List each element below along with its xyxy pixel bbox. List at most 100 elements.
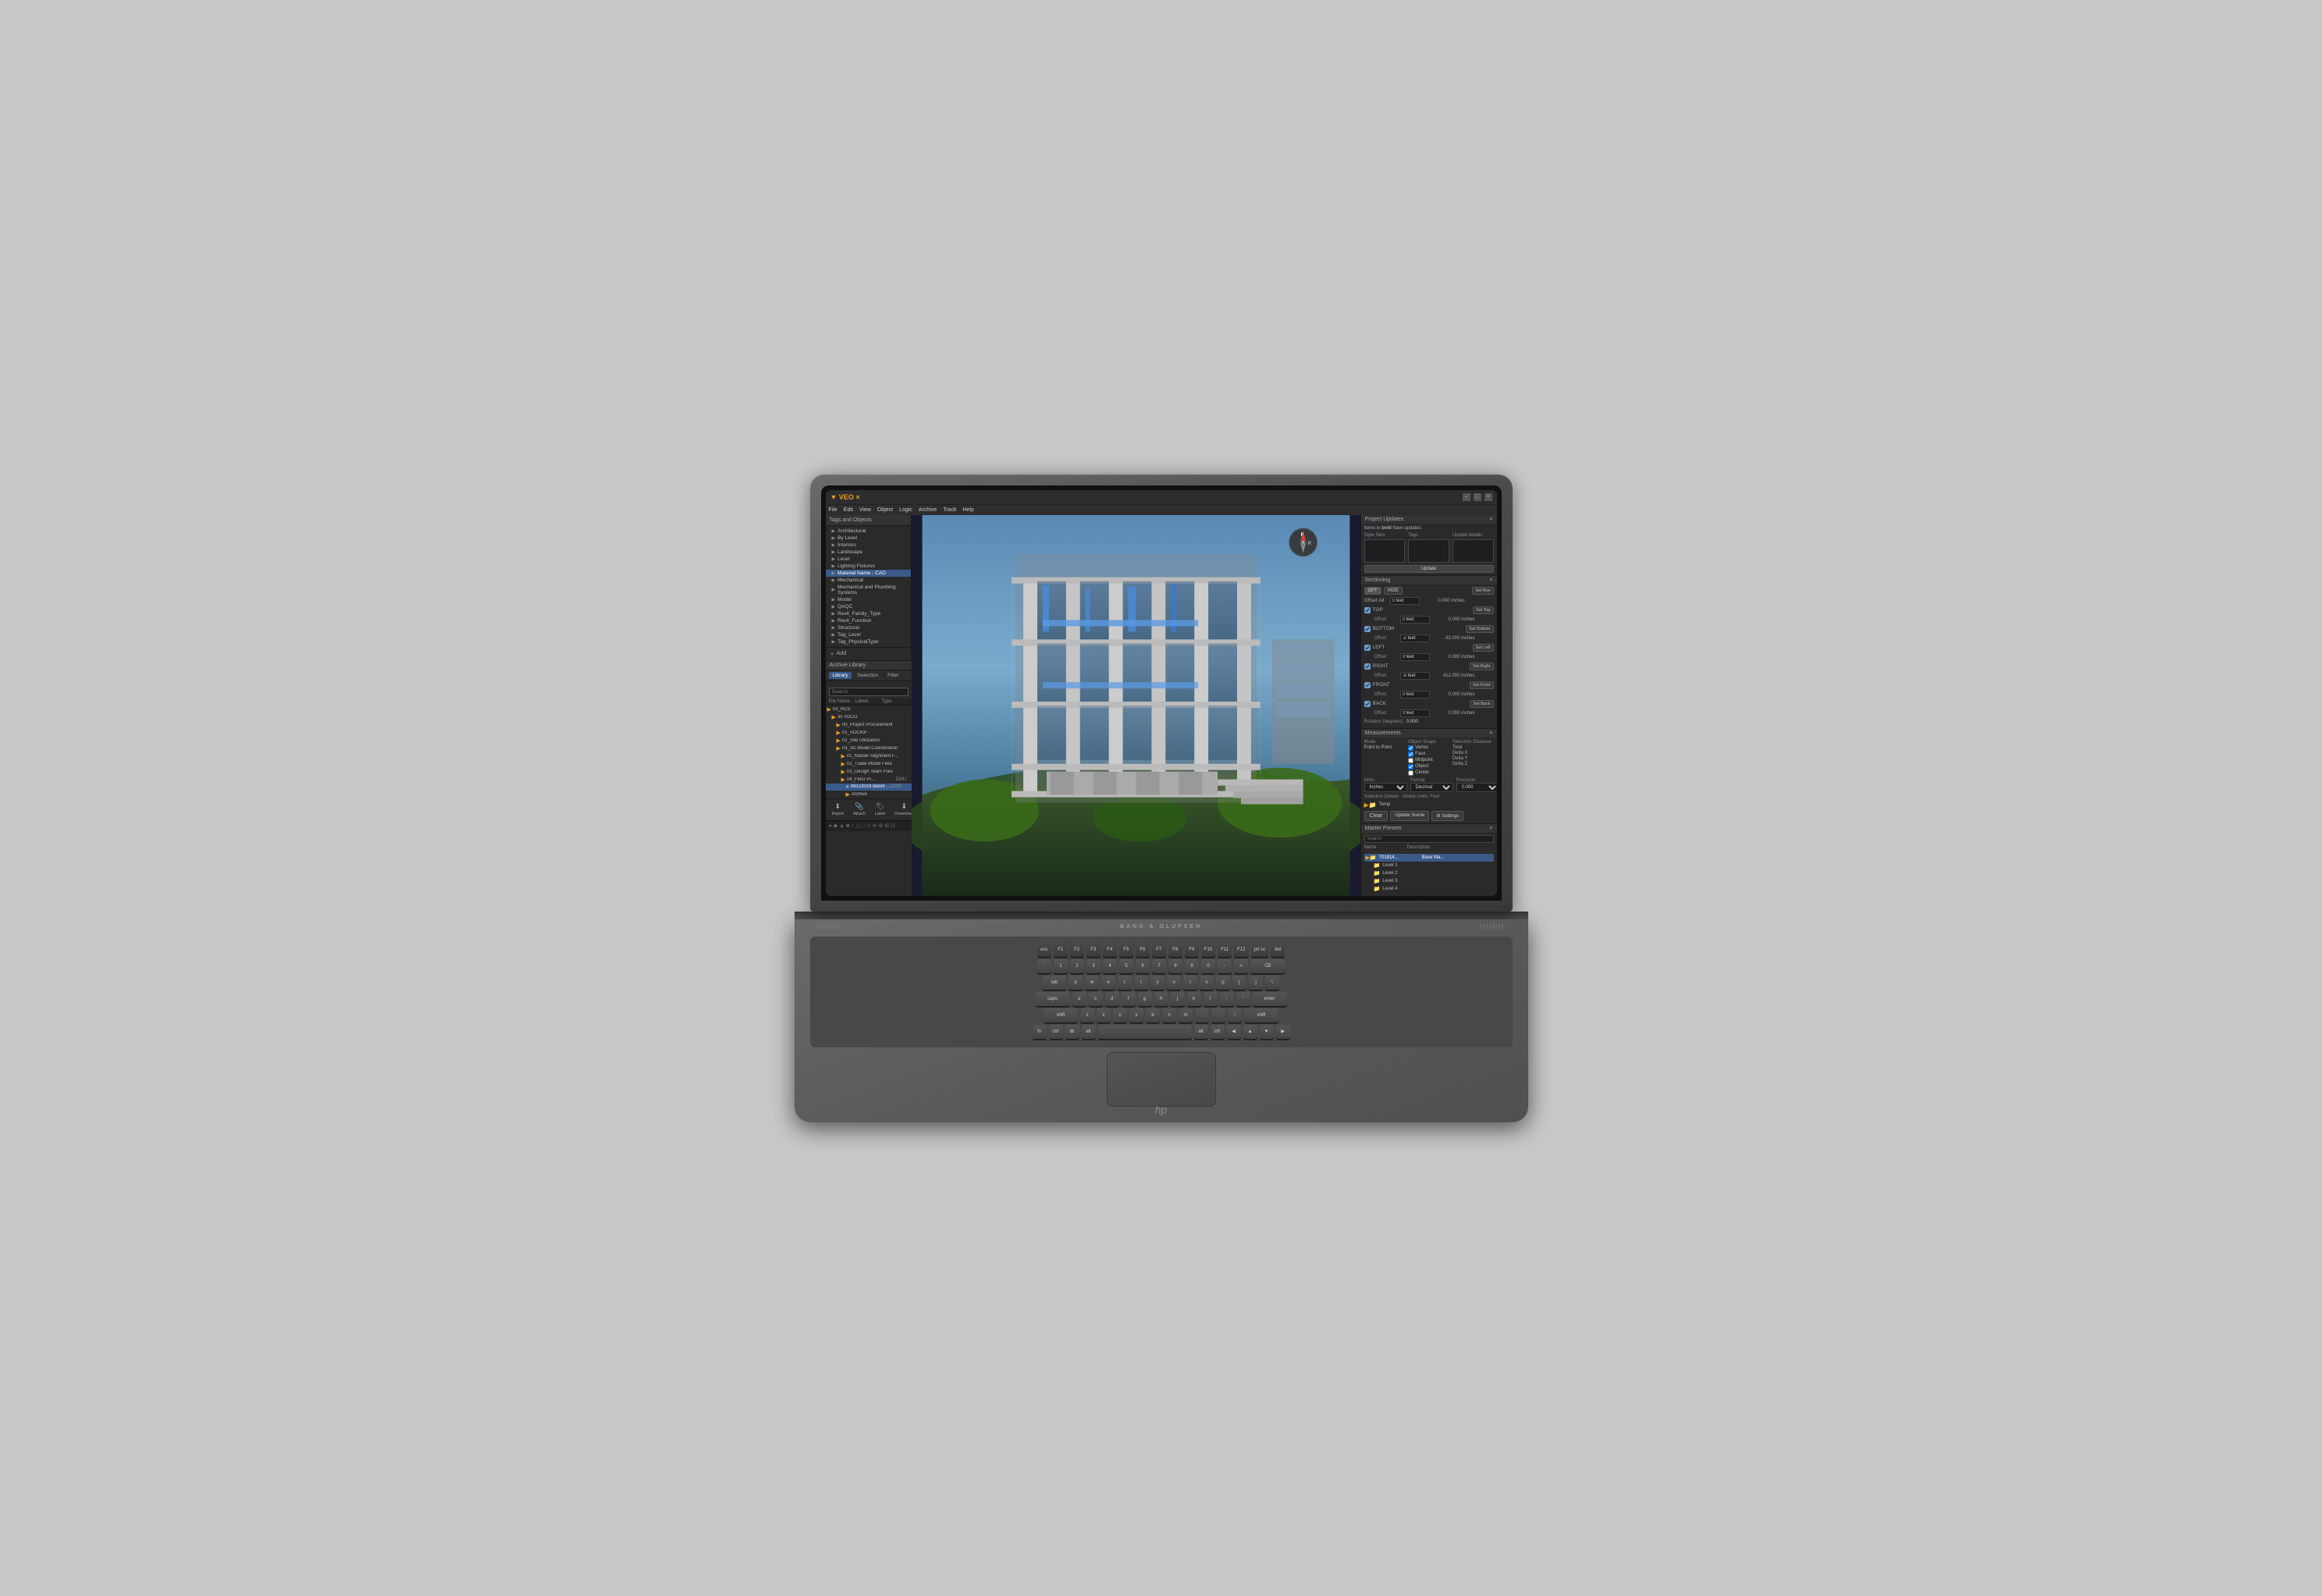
key-backspace[interactable]: ⌫: [1250, 959, 1285, 973]
bottom-offset-input[interactable]: [1400, 634, 1430, 642]
tag-item-model[interactable]: ▶Model: [826, 596, 911, 603]
menu-object[interactable]: Object: [877, 507, 893, 513]
menu-track[interactable]: Track: [943, 507, 956, 513]
key-m[interactable]: m: [1179, 1008, 1193, 1022]
list-item[interactable]: ■ 09122019 Boom Blo... DWG: [826, 784, 912, 791]
key-lalt[interactable]: alt: [1082, 1025, 1096, 1039]
offset-all-input[interactable]: [1390, 597, 1420, 605]
key-quote[interactable]: ': [1236, 992, 1250, 1006]
list-item[interactable]: ▶ Archive: [826, 791, 912, 798]
key-comma[interactable]: ,: [1195, 1008, 1209, 1022]
settings-button[interactable]: ⚙ Settings: [1431, 811, 1463, 821]
key-prtsc[interactable]: prt sc: [1251, 943, 1269, 957]
tag-item-qaqc[interactable]: ▶QAQC: [826, 603, 911, 610]
key-f10[interactable]: F10: [1201, 943, 1215, 957]
key-w[interactable]: w: [1085, 976, 1099, 990]
key-backtick[interactable]: `: [1037, 959, 1051, 973]
menu-view[interactable]: View: [859, 507, 871, 513]
key-f8[interactable]: F8: [1168, 943, 1182, 957]
label-button[interactable]: 🏷 Label: [872, 802, 888, 817]
set-top-button[interactable]: Set Top: [1473, 606, 1494, 614]
off-button[interactable]: OFF: [1364, 587, 1381, 595]
key-q[interactable]: q: [1069, 976, 1083, 990]
key-fn[interactable]: fn: [1033, 1025, 1047, 1039]
key-x[interactable]: x: [1097, 1008, 1111, 1022]
update-button[interactable]: Update: [1364, 565, 1494, 573]
list-item[interactable]: ▶ 02_Site Utilization: [826, 737, 912, 745]
key-k[interactable]: k: [1187, 992, 1201, 1006]
right-checkbox[interactable]: [1364, 663, 1371, 670]
key-esc[interactable]: esc: [1037, 943, 1051, 957]
key-rshift[interactable]: shift: [1244, 1008, 1278, 1022]
key-rbracket[interactable]: ]: [1249, 976, 1263, 990]
key-2[interactable]: 2: [1070, 959, 1084, 973]
preset-row[interactable]: 📁 Level 2: [1372, 869, 1494, 877]
menu-file[interactable]: File: [829, 507, 837, 513]
key-up[interactable]: ▲: [1243, 1025, 1257, 1039]
back-offset-input[interactable]: [1400, 709, 1430, 717]
key-f7[interactable]: F7: [1152, 943, 1166, 957]
key-rctrl[interactable]: ctrl: [1211, 1025, 1225, 1039]
key-enter[interactable]: enter: [1253, 992, 1287, 1006]
menu-logic[interactable]: Logic: [899, 507, 912, 513]
key-f12[interactable]: F12: [1234, 943, 1248, 957]
list-item[interactable]: ▶ 01_VDCInP: [826, 729, 912, 737]
left-checkbox[interactable]: [1364, 645, 1371, 651]
key-s[interactable]: s: [1089, 992, 1103, 1006]
tag-item-materialcad[interactable]: ▶Material Name - CAD: [826, 570, 911, 577]
maximize-button[interactable]: □: [1474, 493, 1481, 501]
key-slash[interactable]: /: [1228, 1008, 1242, 1022]
key-f[interactable]: f: [1122, 992, 1136, 1006]
key-down[interactable]: ▼: [1260, 1025, 1274, 1039]
key-o[interactable]: o: [1200, 976, 1214, 990]
key-f9[interactable]: F9: [1185, 943, 1199, 957]
menu-archive[interactable]: Archive: [919, 507, 937, 513]
key-h[interactable]: h: [1154, 992, 1168, 1006]
tag-item-mechplumbing[interactable]: ▶Mechanical and Plumbing Systems: [826, 584, 911, 596]
key-f4[interactable]: F4: [1103, 943, 1117, 957]
list-item[interactable]: ▶ 03_3D Model Coordination: [826, 745, 912, 752]
midpoint-checkbox[interactable]: [1408, 758, 1413, 763]
key-f2[interactable]: F2: [1070, 943, 1084, 957]
top-checkbox[interactable]: [1364, 607, 1371, 613]
list-item[interactable]: ▶ 01_Master Alignment F...: [826, 752, 912, 760]
tag-item-mechanical[interactable]: ▶Mechanical: [826, 577, 911, 584]
tag-item-architectural[interactable]: ▶Architectural: [826, 528, 911, 535]
key-f5[interactable]: F5: [1119, 943, 1133, 957]
units-select[interactable]: Inches Feet: [1364, 783, 1407, 792]
key-f11[interactable]: F11: [1218, 943, 1232, 957]
set-bottom-button[interactable]: Set Bottom: [1466, 625, 1493, 633]
archive-search-input[interactable]: [829, 688, 909, 696]
key-lbracket[interactable]: [: [1232, 976, 1246, 990]
key-u[interactable]: u: [1167, 976, 1181, 990]
key-lshift[interactable]: shift: [1044, 1008, 1078, 1022]
key-l[interactable]: l: [1204, 992, 1218, 1006]
key-9[interactable]: 9: [1185, 959, 1199, 973]
key-7[interactable]: 7: [1152, 959, 1166, 973]
key-n[interactable]: n: [1162, 1008, 1176, 1022]
viewport-3d[interactable]: 701846 Travis County Courts Facility: [912, 515, 1360, 896]
touchpad[interactable]: [1107, 1052, 1216, 1107]
key-r[interactable]: r: [1118, 976, 1132, 990]
key-minus[interactable]: -: [1218, 959, 1232, 973]
preset-row[interactable]: 📁 Level 1: [1372, 862, 1494, 869]
tag-item-revitfamilytype[interactable]: ▶Revit_Family_Type: [826, 610, 911, 617]
format-select[interactable]: Decimal: [1410, 783, 1453, 792]
tag-item-structural[interactable]: ▶Structural: [826, 624, 911, 631]
set-box-button[interactable]: Set Box: [1472, 587, 1493, 595]
key-backslash[interactable]: \: [1265, 976, 1279, 990]
key-p[interactable]: p: [1216, 976, 1230, 990]
key-f3[interactable]: F3: [1086, 943, 1101, 957]
set-front-button[interactable]: Set Front: [1470, 681, 1494, 689]
set-back-button[interactable]: Set Back: [1470, 700, 1493, 708]
close-icon[interactable]: ×: [1489, 730, 1492, 736]
key-equals[interactable]: =: [1234, 959, 1248, 973]
add-tag-button[interactable]: + Add: [826, 647, 911, 660]
tag-item-lighting[interactable]: ▶Lighting Fixtures: [826, 563, 911, 570]
tag-item-tagphysicaltype[interactable]: ▶Tag_PhysicalType: [826, 638, 911, 645]
key-e[interactable]: e: [1101, 976, 1115, 990]
tab-selection[interactable]: Selection: [853, 672, 882, 679]
import-button[interactable]: ⬇ Import: [829, 802, 848, 817]
close-icon[interactable]: ×: [1489, 517, 1492, 522]
key-lctrl[interactable]: ctrl: [1049, 1025, 1063, 1039]
